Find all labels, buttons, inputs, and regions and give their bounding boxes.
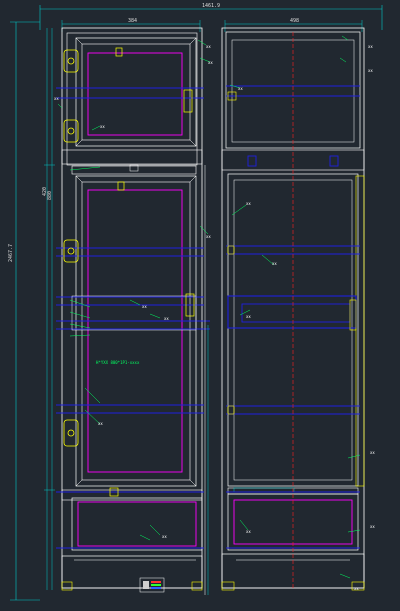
callout-labels: xx xx xx xx xx xx xx xx xx xx xx xx xx x… [54,44,375,591]
callout-label: xx [246,314,251,319]
callout-label: xx [206,44,211,49]
callout-label: xx [54,96,59,101]
left-plinth [61,555,203,589]
inner-height-dimensions [44,28,55,590]
callout-label: xx [142,304,147,309]
left-drawer-panel [77,501,197,547]
callout-label: xx [370,524,375,529]
callout-label: xx [246,529,251,534]
callout-label: xx [370,450,375,455]
overall-height-dimension [10,21,40,601]
right-plinth [221,553,365,589]
left-top-door-glass-panel [87,52,183,136]
callout-label: xx [368,44,373,49]
left-main-door-frame [75,175,197,487]
callout-label: xx [246,201,251,206]
callout-label: xx [100,124,105,129]
callout-label: xx [272,261,277,266]
top-cabinet-width-dimensions [61,20,363,32]
title-block-icon [139,577,165,593]
cad-drawing-canvas: 1461.9 2467.7 384 498 xx xx xx xx xx xx … [8,3,383,601]
callout-label: xx [368,68,373,73]
left-main-door-glass-panel [87,189,183,473]
callout-label: xx [208,60,213,65]
callout-label: xx [206,234,211,239]
callout-label: xx [164,316,169,321]
left-drawer-frame [71,497,203,551]
left-side-small-label-2: 880 [47,191,53,200]
overall-width-label: 1461.9 [202,3,220,9]
left-cabinet [56,27,210,595]
left-cabinet-width-label: 384 [128,18,137,24]
right-cabinet-width-label: 498 [290,18,299,24]
callout-label: xx [238,86,243,91]
center-annotation: H*YXX 800*1P1-xxxx [96,360,140,365]
callout-label: xx [354,586,359,591]
overall-height-label: 2467.7 [8,244,14,262]
callout-label: xx [98,421,103,426]
callout-label: xx [162,534,167,539]
left-top-door-frame [75,37,197,147]
right-pullout-drawer [227,295,357,329]
leader-lines [57,35,361,579]
left-handles [109,47,195,497]
